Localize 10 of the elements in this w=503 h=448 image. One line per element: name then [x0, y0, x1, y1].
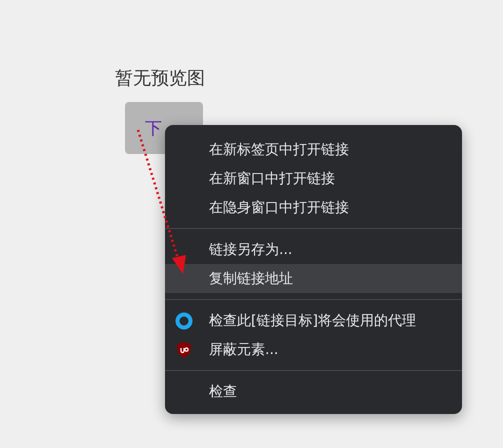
menu-item[interactable]: 检查此[链接目标]将会使用的代理	[165, 306, 462, 335]
menu-item[interactable]: 在隐身窗口中打开链接	[165, 193, 462, 222]
menu-item[interactable]: 检查	[165, 377, 462, 406]
shield-icon	[175, 341, 193, 359]
menu-item[interactable]: 屏蔽元素...	[165, 335, 462, 364]
heading: 暂无预览图	[115, 67, 205, 90]
ring-icon	[175, 312, 193, 330]
menu-item[interactable]: 链接另存为...	[165, 235, 462, 264]
menu-item[interactable]: 复制链接地址	[165, 264, 462, 293]
menu-item[interactable]: 在新窗口中打开链接	[165, 164, 462, 193]
